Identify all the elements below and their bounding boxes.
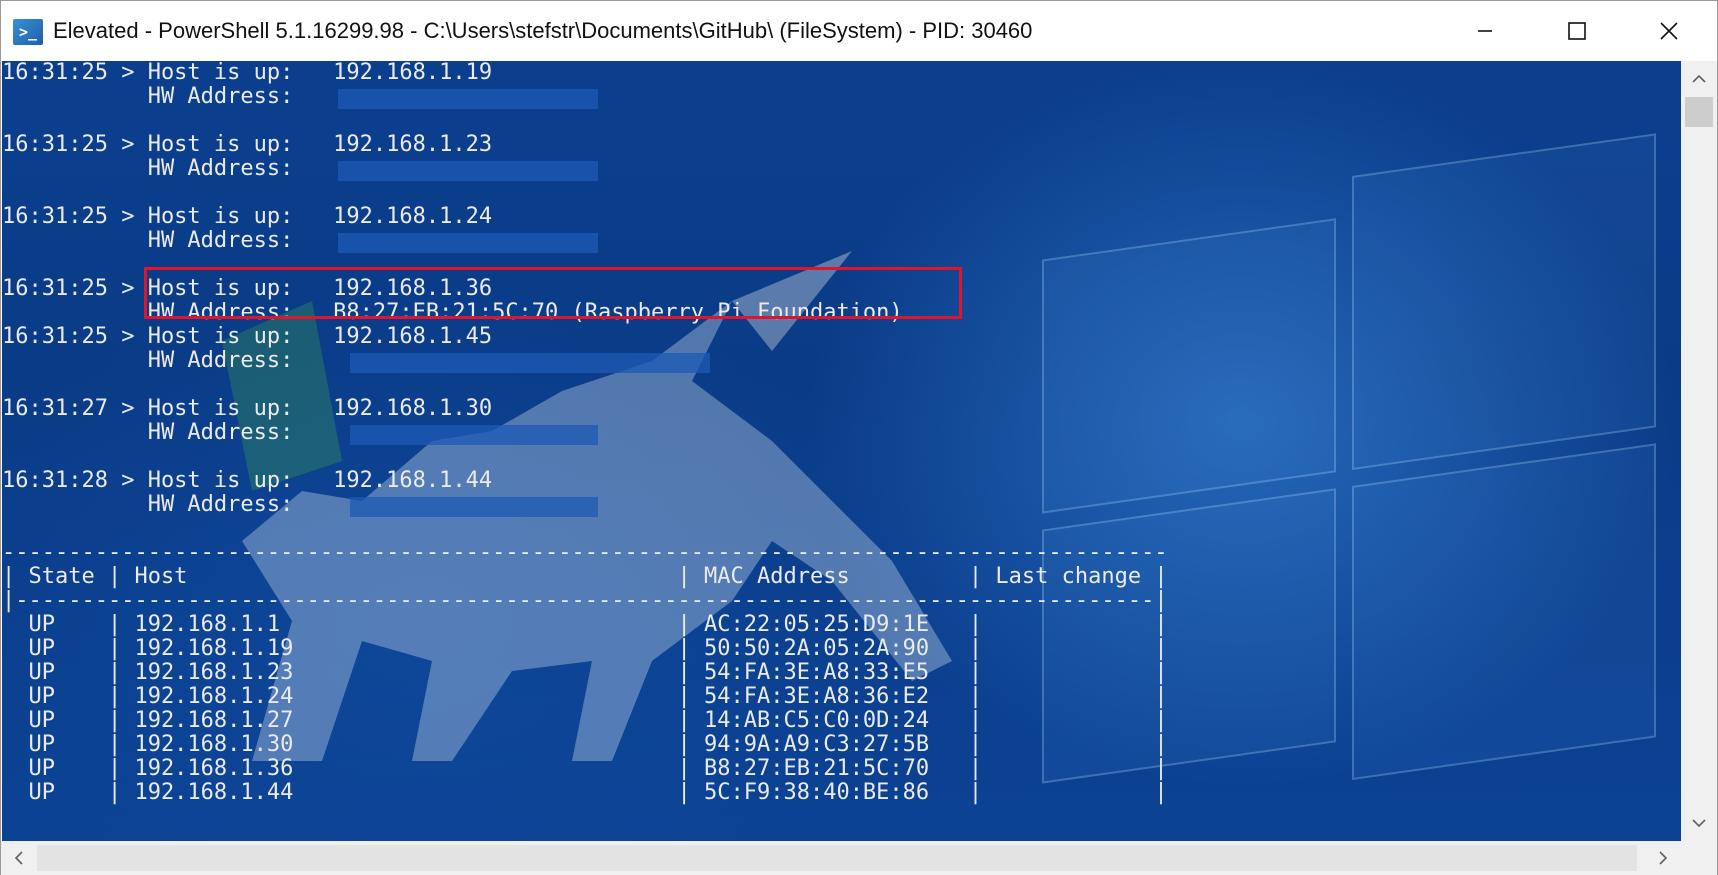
console-line: 16:31:25 > Host is up: 192.168.1.45: [2, 324, 493, 349]
close-icon: [1660, 22, 1678, 40]
powershell-window: >_ Elevated - PowerShell 5.1.16299.98 - …: [0, 0, 1718, 875]
table-row: UP | 192.168.1.27 | 14:AB:C5:C0:0D:24 | …: [2, 708, 1168, 733]
maximize-icon: [1568, 22, 1586, 40]
chevron-right-icon: [1659, 851, 1668, 865]
table-row: UP | 192.168.1.23 | 54:FA:3E:A8:33:E5 | …: [2, 660, 1168, 685]
redacted-mac-block: [338, 89, 598, 109]
horizontal-scrollbar[interactable]: [1, 841, 1681, 875]
table-row: UP | 192.168.1.19 | 50:50:2A:05:2A:90 | …: [2, 636, 1168, 661]
scroll-right-button[interactable]: [1645, 841, 1681, 875]
highlight-box: [144, 267, 962, 319]
chevron-up-icon: [1692, 74, 1706, 83]
console-line: 16:31:28 > Host is up: 192.168.1.44: [2, 468, 493, 493]
chevron-left-icon: [14, 851, 23, 865]
title-bar[interactable]: >_ Elevated - PowerShell 5.1.16299.98 - …: [1, 1, 1717, 61]
table-row: UP | 192.168.1.1 | AC:22:05:25:D9:1E | |: [2, 612, 1168, 637]
table-row: UP | 192.168.1.24 | 54:FA:3E:A8:36:E2 | …: [2, 684, 1168, 709]
scrollbar-corner: [1681, 841, 1717, 875]
table-row: UP | 192.168.1.30 | 94:9A:A9:C3:27:5B | …: [2, 732, 1168, 757]
console-line: 16:31:25 > Host is up: 192.168.1.19: [2, 61, 493, 85]
console-line: 16:31:25 > Host is up: 192.168.1.23: [2, 132, 493, 157]
table-row: UP | 192.168.1.36 | B8:27:EB:21:5C:70 | …: [2, 756, 1168, 781]
scroll-down-button[interactable]: [1681, 805, 1717, 841]
vertical-scroll-thumb[interactable]: [1685, 97, 1713, 127]
table-divider: ----------------------------------------…: [2, 540, 1168, 565]
maximize-button[interactable]: [1531, 1, 1623, 61]
redacted-mac-block: [350, 353, 710, 373]
console-output-area[interactable]: 16:31:25 > Host is up: 192.168.1.19 HW A…: [2, 61, 1681, 841]
horizontal-scroll-thumb[interactable]: [37, 845, 1637, 871]
close-button[interactable]: [1623, 1, 1715, 61]
table-header: | State | Host | MAC Address | Last chan…: [2, 564, 1168, 589]
minimize-button[interactable]: [1439, 1, 1531, 61]
vertical-scrollbar[interactable]: [1681, 61, 1717, 841]
chevron-down-icon: [1692, 819, 1706, 828]
table-divider: |---------------------------------------…: [2, 588, 1168, 613]
redacted-mac-block: [350, 425, 598, 445]
redacted-mac-block: [338, 161, 598, 181]
minimize-icon: [1478, 30, 1492, 32]
table-row: UP | 192.168.1.44 | 5C:F9:38:40:BE:86 | …: [2, 780, 1168, 805]
scroll-up-button[interactable]: [1681, 61, 1717, 97]
scroll-left-button[interactable]: [1, 841, 37, 875]
powershell-icon[interactable]: >_: [13, 19, 43, 45]
redacted-mac-block: [350, 497, 598, 517]
console-line: 16:31:27 > Host is up: 192.168.1.30: [2, 396, 493, 421]
redacted-mac-block: [338, 233, 598, 253]
console-line: 16:31:25 > Host is up: 192.168.1.24: [2, 204, 493, 229]
window-title: Elevated - PowerShell 5.1.16299.98 - C:\…: [53, 18, 1033, 43]
